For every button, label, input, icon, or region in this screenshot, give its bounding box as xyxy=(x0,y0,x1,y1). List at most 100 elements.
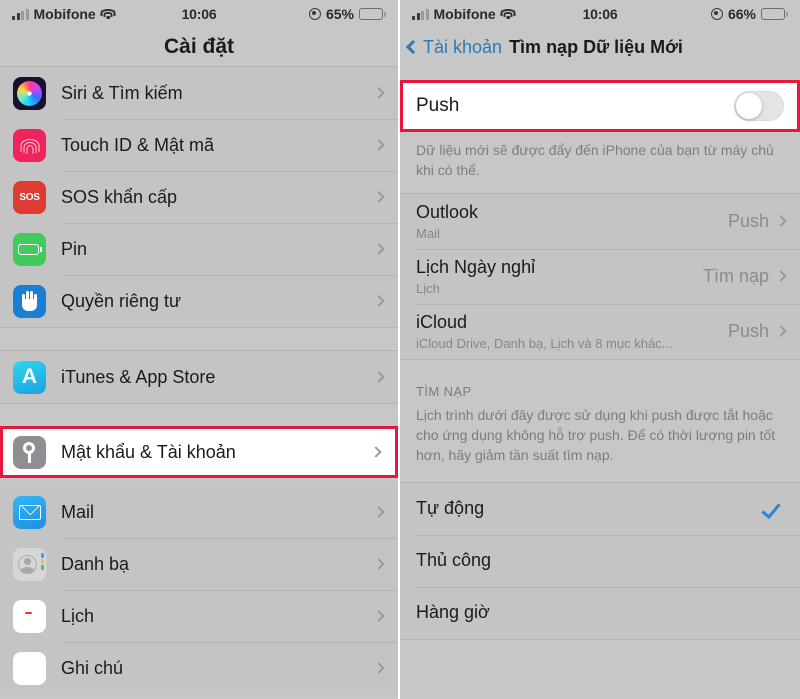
push-footnote: Dữ liệu mới sẽ được đẩy đến iPhone của b… xyxy=(400,132,800,193)
chevron-right-icon xyxy=(775,215,787,227)
status-bar-clock: 10:06 xyxy=(582,6,618,22)
account-subtitle: Lịch xyxy=(416,280,440,296)
settings-screen: Mobifone 10:06 65% Cài đặt Siri & Tìm ki… xyxy=(0,0,400,699)
sidebar-item-label: Touch ID & Mật mã xyxy=(61,134,215,155)
back-button-label: Tài khoản xyxy=(423,36,503,57)
fetch-section-note: Lịch trình dưới đây được sử dụng khi pus… xyxy=(400,404,800,482)
settings-group-1: Siri & Tìm kiếm Touch ID & Mật mã SOS SO… xyxy=(0,67,398,327)
dual-screenshot-container: Mobifone 10:06 65% Cài đặt Siri & Tìm ki… xyxy=(0,0,800,699)
account-value: Push xyxy=(727,210,769,231)
touch-id-icon xyxy=(13,128,46,162)
app-store-icon: A xyxy=(13,360,46,394)
account-title: Outlook xyxy=(416,201,479,222)
sidebar-item-label: iTunes & App Store xyxy=(61,366,216,387)
chevron-right-icon xyxy=(373,87,385,99)
status-bar-left-group: Mobifone xyxy=(12,6,182,22)
sidebar-item-sos[interactable]: SOS SOS khẩn cấp xyxy=(0,171,398,223)
fetch-options-group: Tự động Thủ công Hàng giờ xyxy=(400,482,800,639)
siri-icon xyxy=(13,76,46,110)
page-title: Tìm nạp Dữ liệu Mới xyxy=(509,36,683,57)
nav-spacer xyxy=(400,66,800,80)
mail-icon xyxy=(13,495,46,529)
signal-bars-icon xyxy=(412,8,429,20)
battery-percent-label: 65% xyxy=(325,6,354,22)
sos-icon: SOS xyxy=(13,180,46,214)
group-spacer xyxy=(0,328,398,350)
nav-bar-right: Tài khoản Tìm nạp Dữ liệu Mới xyxy=(400,28,800,66)
account-subtitle: iCloud Drive, Danh bạ, Lịch và 8 mục khá… xyxy=(416,335,673,351)
push-label: Push xyxy=(416,95,460,116)
sidebar-item-label: Ghi chú xyxy=(61,657,124,678)
push-toggle[interactable] xyxy=(734,91,784,121)
fetch-option-manual[interactable]: Thủ công xyxy=(400,534,800,587)
battery-settings-icon xyxy=(13,232,46,266)
nav-bar-left: Cài đặt xyxy=(0,28,398,66)
status-bar-right-group: 66% xyxy=(617,6,788,22)
chevron-left-icon xyxy=(405,39,421,55)
chevron-right-icon xyxy=(373,243,385,255)
calendar-icon xyxy=(13,599,46,633)
fetch-option-hourly[interactable]: Hàng giờ xyxy=(400,586,800,639)
back-button[interactable]: Tài khoản xyxy=(405,36,503,58)
carrier-label: Mobifone xyxy=(433,6,496,22)
account-info: Outlook Mail xyxy=(416,202,728,241)
sidebar-item-passwords-accounts[interactable]: Mật khẩu & Tài khoản xyxy=(0,426,398,478)
sidebar-item-battery[interactable]: Pin xyxy=(0,223,398,275)
chevron-right-icon xyxy=(373,371,385,383)
divider xyxy=(400,638,800,640)
sidebar-item-touch-id[interactable]: Touch ID & Mật mã xyxy=(0,119,398,171)
notes-icon xyxy=(13,651,46,685)
sidebar-item-privacy[interactable]: Quyền riêng tư xyxy=(0,275,398,327)
group-spacer xyxy=(0,404,398,426)
carrier-label: Mobifone xyxy=(33,6,96,22)
chevron-right-icon xyxy=(373,506,385,518)
signal-bars-icon xyxy=(12,8,29,20)
group-spacer xyxy=(0,478,398,486)
sidebar-item-contacts[interactable]: Danh bạ xyxy=(0,538,398,590)
battery-percent-label: 66% xyxy=(727,6,756,22)
account-info: iCloud iCloud Drive, Danh bạ, Lịch và 8 … xyxy=(416,312,728,351)
chevron-right-icon xyxy=(373,558,385,570)
status-bar-right: Mobifone 10:06 66% xyxy=(400,0,800,28)
status-bar-right-group: 65% xyxy=(216,6,386,22)
sidebar-item-calendar[interactable]: Lịch xyxy=(0,590,398,642)
account-info: Lịch Ngày nghỉ Lịch xyxy=(416,257,703,296)
sidebar-item-notes[interactable]: Ghi chú xyxy=(0,642,398,694)
chevron-right-icon xyxy=(775,325,787,337)
sidebar-item-label: Mail xyxy=(61,501,95,522)
chevron-right-icon xyxy=(373,191,385,203)
privacy-hand-icon xyxy=(13,284,46,318)
wifi-icon xyxy=(100,8,116,20)
chevron-right-icon xyxy=(373,295,385,307)
account-value: Tìm nạp xyxy=(702,265,769,286)
battery-icon xyxy=(761,8,788,20)
sidebar-item-label: Danh bạ xyxy=(61,553,130,574)
account-title: Lịch Ngày nghỉ xyxy=(416,256,536,277)
chevron-right-icon xyxy=(775,270,787,282)
sidebar-item-label: Mật khẩu & Tài khoản xyxy=(61,441,236,462)
accounts-group: Outlook Mail Push Lịch Ngày nghỉ Lịch Tì… xyxy=(400,193,800,359)
sidebar-item-mail[interactable]: Mail xyxy=(0,486,398,538)
sidebar-item-label: Siri & Tìm kiếm xyxy=(61,82,183,103)
push-toggle-row[interactable]: Push xyxy=(400,80,800,132)
key-icon xyxy=(13,435,46,469)
wifi-icon xyxy=(500,8,516,20)
location-services-icon xyxy=(710,8,723,20)
fetch-section-header: TÌM NẠP xyxy=(400,359,800,405)
sidebar-item-siri[interactable]: Siri & Tìm kiếm xyxy=(0,67,398,119)
sidebar-item-itunes-app-store[interactable]: A iTunes & App Store xyxy=(0,351,398,403)
page-title: Cài đặt xyxy=(163,35,234,58)
status-bar-clock: 10:06 xyxy=(181,6,217,22)
fetch-option-automatic[interactable]: Tự động xyxy=(400,482,800,535)
fetch-option-label: Thủ công xyxy=(416,550,492,570)
chevron-right-icon xyxy=(373,139,385,151)
account-row-outlook[interactable]: Outlook Mail Push xyxy=(400,193,800,249)
sidebar-item-label: Quyền riêng tư xyxy=(61,290,182,311)
account-row-holiday-calendar[interactable]: Lịch Ngày nghỉ Lịch Tìm nạp xyxy=(400,248,800,304)
account-value: Push xyxy=(727,320,769,341)
sidebar-item-label: Lịch xyxy=(61,605,95,626)
account-row-icloud[interactable]: iCloud iCloud Drive, Danh bạ, Lịch và 8 … xyxy=(400,303,800,359)
fetch-option-label: Hàng giờ xyxy=(416,602,490,622)
toggle-knob xyxy=(736,93,762,119)
settings-group-4: Mail Danh bạ Lịch Ghi chú xyxy=(0,486,398,694)
